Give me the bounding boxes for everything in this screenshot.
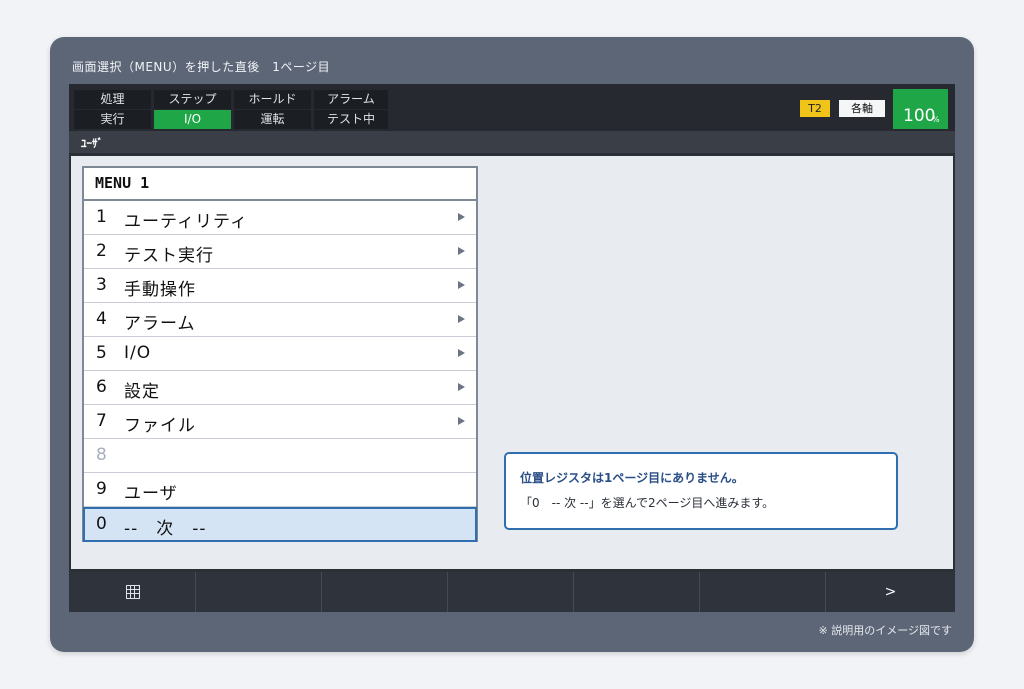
status-testing[interactable]: テスト中 <box>314 110 388 129</box>
menu-item-alarm[interactable]: 4 アラーム <box>84 303 476 337</box>
menu-item-label: テスト実行 <box>124 246 214 266</box>
function-key-1[interactable] <box>69 572 196 612</box>
menu-item-number: 6 <box>96 377 107 397</box>
menu-item-label: ユーザ <box>124 484 178 504</box>
menu-panel: MENU 1 1 ユーティリティ 2 テスト実行 3 手動操作 4 アラーム 5… <box>82 166 478 542</box>
content-area: MENU 1 1 ユーティリティ 2 テスト実行 3 手動操作 4 アラーム 5… <box>71 156 953 569</box>
submenu-arrow-icon <box>458 281 465 289</box>
menu-item-label: 手動操作 <box>124 280 196 300</box>
submenu-arrow-icon <box>458 383 465 391</box>
menu-item-label: ユーティリティ <box>124 212 248 232</box>
info-line-1: 位置レジスタは1ページ目にありません。 <box>520 471 744 485</box>
menu-item-label: I/O <box>124 343 152 363</box>
pendant-frame: 画面選択（MENU）を押した直後 1ページ目 処理 ステップ ホールド アラーム… <box>50 37 974 652</box>
menu-item-number: 2 <box>96 241 107 261</box>
menu-item-number: 5 <box>96 343 107 363</box>
speed-override: 100 % <box>893 89 948 129</box>
next-page-key[interactable]: > <box>826 572 955 612</box>
submenu-arrow-icon <box>458 247 465 255</box>
menu-item-number: 8 <box>96 445 107 465</box>
teach-pendant-screen: 処理 ステップ ホールド アラーム 実行 I/O 運転 テスト中 T2 各軸 1… <box>69 84 955 612</box>
function-key-4[interactable] <box>448 572 574 612</box>
menu-item-empty: 8 <box>84 439 476 473</box>
menu-item-number: 7 <box>96 411 107 431</box>
status-io[interactable]: I/O <box>154 110 231 129</box>
speed-unit: % <box>932 115 940 124</box>
menu-item-number: 3 <box>96 275 107 295</box>
info-line-2: 「0 -- 次 --」を選んで2ページ目へ進みます。 <box>520 496 775 510</box>
tool-badge: T2 <box>800 100 830 117</box>
menu-item-setup[interactable]: 6 設定 <box>84 371 476 405</box>
status-operation[interactable]: 運転 <box>234 110 311 129</box>
status-alarm[interactable]: アラーム <box>314 90 388 109</box>
menu-item-user[interactable]: 9 ユーザ <box>84 473 476 507</box>
footnote: ※ 説明用のイメージ図です <box>818 624 953 637</box>
submenu-arrow-icon <box>458 213 465 221</box>
menu-item-next[interactable]: 0 -- 次 -- <box>83 507 477 542</box>
screen-title: ﾕｰｻﾞ <box>81 137 103 150</box>
function-key-3[interactable] <box>322 572 448 612</box>
status-hold[interactable]: ホールド <box>234 90 311 109</box>
menu-item-utility[interactable]: 1 ユーティリティ <box>84 201 476 235</box>
submenu-arrow-icon <box>458 349 465 357</box>
menu-item-label: ファイル <box>124 416 196 436</box>
status-bar: 処理 ステップ ホールド アラーム 実行 I/O 運転 テスト中 T2 各軸 1… <box>69 84 955 131</box>
menu-item-number: 4 <box>96 309 107 329</box>
page-caption: 画面選択（MENU）を押した直後 1ページ目 <box>72 60 331 74</box>
function-key-bar: > <box>69 572 955 612</box>
info-callout: 位置レジスタは1ページ目にありません。 「0 -- 次 --」を選んで2ページ目… <box>504 452 898 530</box>
menu-title: MENU 1 <box>84 168 476 201</box>
menu-item-number: 0 <box>96 514 107 534</box>
menu-item-test-run[interactable]: 2 テスト実行 <box>84 235 476 269</box>
function-key-5[interactable] <box>574 572 700 612</box>
menu-item-label: 設定 <box>124 382 160 402</box>
menu-item-label: -- 次 -- <box>124 519 207 539</box>
submenu-arrow-icon <box>458 315 465 323</box>
menu-item-number: 9 <box>96 479 107 499</box>
screen-title-bar: ﾕｰｻﾞ <box>69 131 955 153</box>
grid-icon <box>126 585 140 599</box>
menu-item-label: アラーム <box>124 314 196 334</box>
function-key-2[interactable] <box>196 572 322 612</box>
status-run[interactable]: 実行 <box>74 110 151 129</box>
submenu-arrow-icon <box>458 417 465 425</box>
menu-item-number: 1 <box>96 207 107 227</box>
speed-value: 100 <box>903 106 936 126</box>
menu-item-io[interactable]: 5 I/O <box>84 337 476 371</box>
status-processing[interactable]: 処理 <box>74 90 151 109</box>
function-key-6[interactable] <box>700 572 826 612</box>
coordinate-badge: 各軸 <box>839 100 885 117</box>
menu-item-file[interactable]: 7 ファイル <box>84 405 476 439</box>
status-step[interactable]: ステップ <box>154 90 231 109</box>
menu-item-manual[interactable]: 3 手動操作 <box>84 269 476 303</box>
